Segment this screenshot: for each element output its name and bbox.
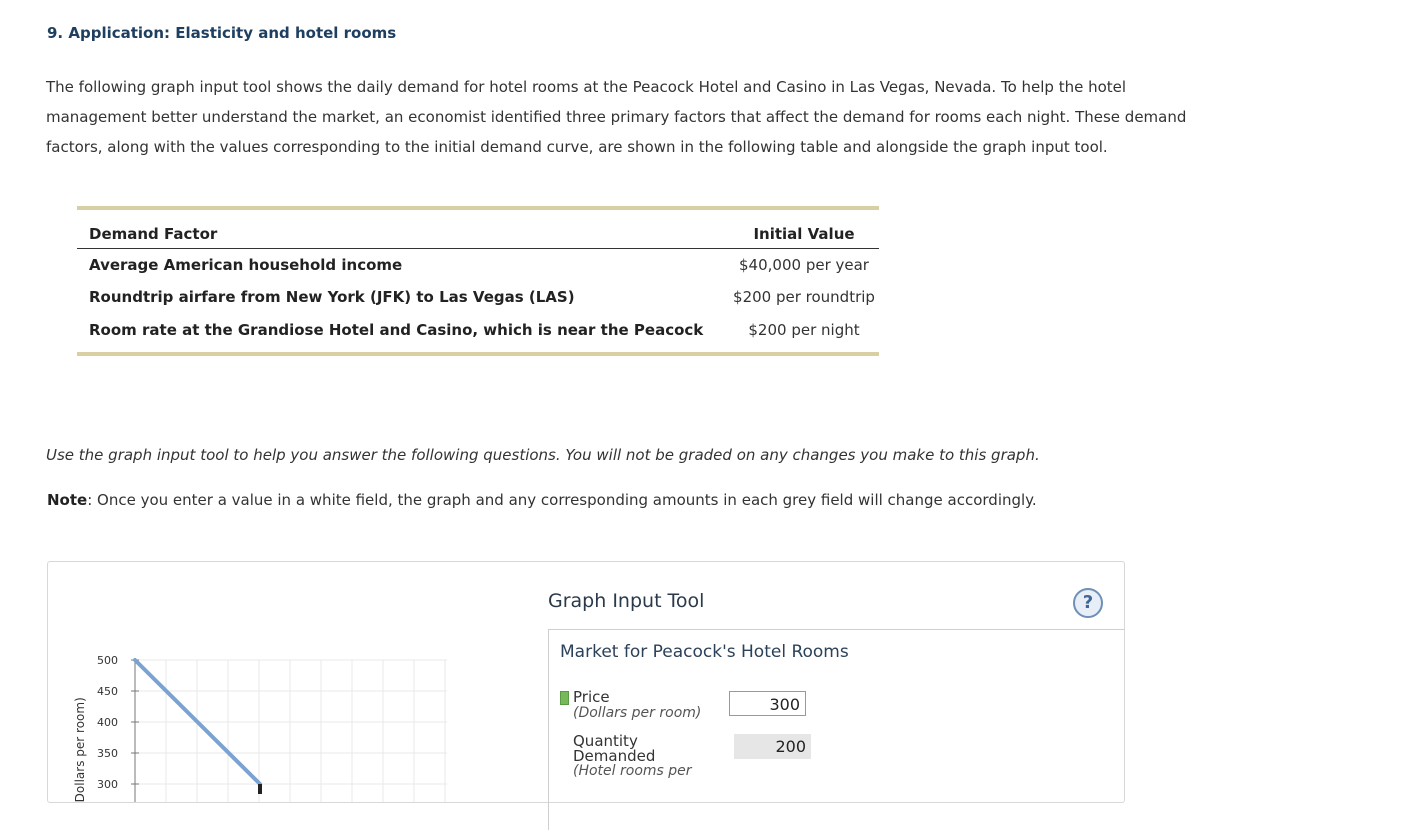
tool-title: Graph Input Tool	[548, 590, 705, 612]
table-header-row: Demand Factor Initial Value	[77, 210, 879, 249]
row-value: $200 per roundtrip	[733, 288, 875, 306]
y-tick-label: 450	[97, 685, 118, 698]
header-demand-factor: Demand Factor	[89, 225, 218, 243]
demand-curve[interactable]	[133, 658, 262, 794]
header-initial-value: Initial Value	[753, 225, 855, 243]
row-factor: Room rate at the Grandiose Hotel and Cas…	[89, 320, 704, 339]
question-title: 9. Application: Elasticity and hotel roo…	[47, 24, 397, 42]
price-unit: (Dollars per room)	[573, 705, 702, 721]
note-text: Note: Once you enter a value in a white …	[47, 491, 1037, 509]
row-value: $40,000 per year	[739, 256, 869, 274]
table-row: Room rate at the Grandiose Hotel and Cas…	[77, 313, 879, 352]
intro-paragraph: The following graph input tool shows the…	[46, 78, 1187, 156]
y-tick-label: 300	[97, 778, 118, 791]
y-ticks: 500 450 400 350 300	[97, 654, 139, 802]
market-panel: Market for Peacock's Hotel Rooms Price (…	[548, 629, 1125, 830]
note-label: Note	[47, 491, 88, 509]
chart-grid	[134, 659, 447, 802]
quantity-unit: (Hotel rooms per	[573, 763, 692, 779]
y-tick-label: 400	[97, 716, 118, 729]
quantity-demanded-field: 200	[734, 734, 811, 759]
y-tick-label: 350	[97, 747, 118, 760]
graph-input-tool: (Dollars per room) 500 450 400 350 300 Graph…	[47, 561, 1125, 830]
y-axis-label: (Dollars per room)	[73, 697, 87, 802]
demand-chart[interactable]: (Dollars per room) 500 450 400 350 300	[48, 562, 468, 802]
row-factor: Roundtrip airfare from New York (JFK) to…	[89, 288, 575, 306]
quantity-marker	[258, 784, 262, 794]
demand-factor-table: Demand Factor Initial Value Average Amer…	[77, 206, 879, 356]
price-swatch-icon	[560, 691, 569, 705]
row-factor: Average American household income	[89, 256, 403, 274]
table-row: Average American household income $40,00…	[77, 249, 879, 281]
quantity-label-line2: Demanded	[573, 747, 656, 765]
market-title: Market for Peacock's Hotel Rooms	[560, 642, 849, 662]
usage-instructions: Use the graph input tool to help you ans…	[46, 446, 1040, 464]
question-mark-icon[interactable]: ?	[1073, 588, 1103, 618]
table-row: Roundtrip airfare from New York (JFK) to…	[77, 281, 879, 313]
note-body: : Once you enter a value in a white fiel…	[87, 491, 1037, 509]
price-input[interactable]: 300	[729, 691, 806, 716]
y-tick-label: 500	[97, 654, 118, 667]
row-value: $200 per night	[748, 320, 860, 339]
price-label: Price	[573, 688, 610, 706]
